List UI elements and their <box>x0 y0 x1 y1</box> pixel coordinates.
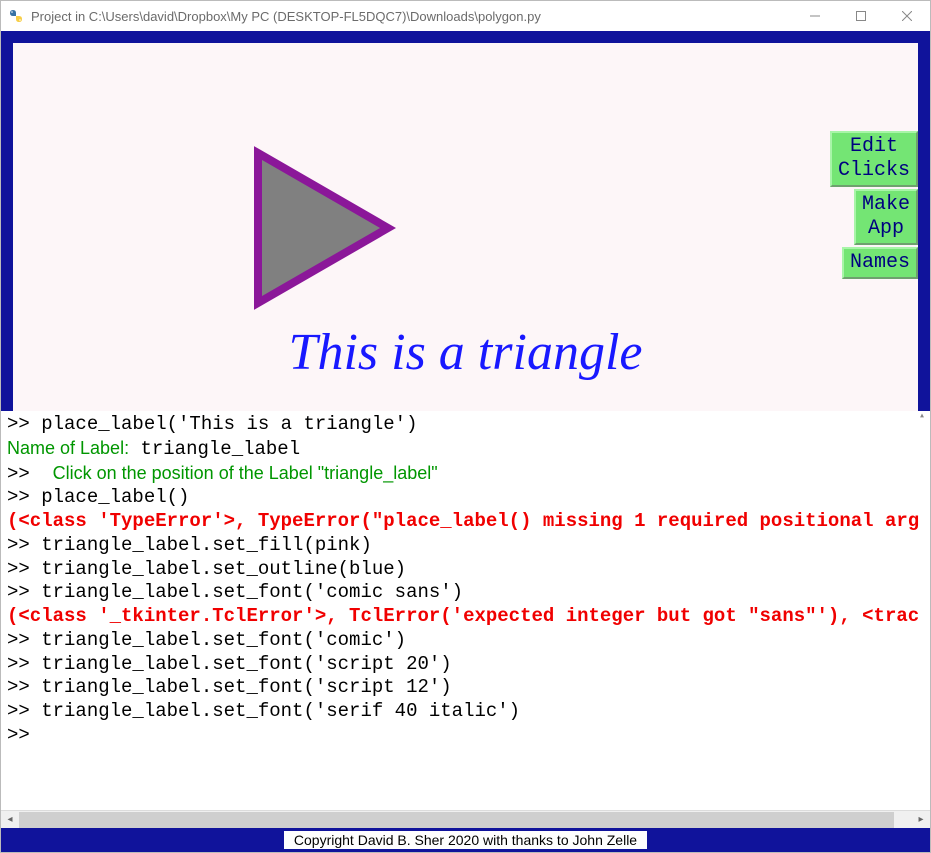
triangle-shape <box>243 143 403 313</box>
console-line: Name of Label: triangle_label <box>7 437 924 462</box>
console-line: >> <box>7 724 924 748</box>
console-command: >> triangle_label.set_fill(pink) <box>7 534 372 556</box>
console-instruction: Click on the position of the Label "tria… <box>53 463 438 483</box>
console-prompt-marker: >> <box>7 463 53 485</box>
console-command: >> place_label() <box>7 486 189 508</box>
console-line: >> triangle_label.set_font('serif 40 ita… <box>7 700 924 724</box>
console-line: >> triangle_label.set_font('script 20') <box>7 653 924 677</box>
app-icon <box>7 7 25 25</box>
drawing-canvas[interactable]: This is a triangle <box>13 43 918 411</box>
scrollbar-track[interactable] <box>19 812 912 828</box>
scroll-left-icon[interactable]: ◂ <box>1 811 19 829</box>
console-prompt-value: triangle_label <box>129 438 300 460</box>
app-body: This is a triangle Edit Clicks Make App … <box>1 31 930 852</box>
side-buttons: Edit Clicks Make App Names <box>830 131 918 281</box>
triangle-label: This is a triangle <box>289 323 643 382</box>
console-error: (<class 'TypeError'>, TypeError("place_l… <box>7 510 919 532</box>
console-line: >> triangle_label.set_font('comic sans') <box>7 581 924 605</box>
console-line: (<class 'TypeError'>, TypeError("place_l… <box>7 510 924 534</box>
console-line: >> triangle_label.set_font('script 12') <box>7 676 924 700</box>
names-button[interactable]: Names <box>842 247 918 279</box>
scrollbar-thumb[interactable] <box>19 812 894 828</box>
footer: Copyright David B. Sher 2020 with thanks… <box>1 828 930 852</box>
console-command: >> <box>7 724 30 746</box>
console-line: >> place_label('This is a triangle') <box>7 413 924 437</box>
console-line: >> triangle_label.set_font('comic') <box>7 629 924 653</box>
console-line: (<class '_tkinter.TclError'>, TclError('… <box>7 605 924 629</box>
window-controls <box>792 1 930 31</box>
console-error: (<class '_tkinter.TclError'>, TclError('… <box>7 605 919 627</box>
console[interactable]: ▴ >> place_label('This is a triangle')Na… <box>1 411 930 810</box>
console-command: >> triangle_label.set_font('comic') <box>7 629 406 651</box>
console-command: >> triangle_label.set_font('comic sans') <box>7 581 463 603</box>
console-line: >> place_label() <box>7 486 924 510</box>
canvas-region: This is a triangle Edit Clicks Make App … <box>1 31 930 411</box>
make-app-button[interactable]: Make App <box>854 189 918 245</box>
console-command: >> triangle_label.set_font('script 20') <box>7 653 452 675</box>
footer-text: Copyright David B. Sher 2020 with thanks… <box>284 831 647 849</box>
maximize-button[interactable] <box>838 1 884 31</box>
horizontal-scrollbar[interactable]: ◂ ▸ <box>1 810 930 828</box>
console-command: >> place_label('This is a triangle') <box>7 413 417 435</box>
triangle-polygon <box>258 153 388 303</box>
scroll-up-icon[interactable]: ▴ <box>914 411 930 427</box>
edit-clicks-button[interactable]: Edit Clicks <box>830 131 918 187</box>
scroll-right-icon[interactable]: ▸ <box>912 811 930 829</box>
console-command: >> triangle_label.set_font('script 12') <box>7 676 452 698</box>
minimize-button[interactable] <box>792 1 838 31</box>
console-command: >> triangle_label.set_outline(blue) <box>7 558 406 580</box>
console-prompt-label: Name of Label: <box>7 438 129 458</box>
titlebar[interactable]: Project in C:\Users\david\Dropbox\My PC … <box>1 1 930 31</box>
app-window: Project in C:\Users\david\Dropbox\My PC … <box>0 0 931 853</box>
close-button[interactable] <box>884 1 930 31</box>
console-command: >> triangle_label.set_font('serif 40 ita… <box>7 700 520 722</box>
window-title: Project in C:\Users\david\Dropbox\My PC … <box>31 9 792 24</box>
console-line: >> Click on the position of the Label "t… <box>7 462 924 487</box>
console-line: >> triangle_label.set_outline(blue) <box>7 558 924 582</box>
console-line: >> triangle_label.set_fill(pink) <box>7 534 924 558</box>
